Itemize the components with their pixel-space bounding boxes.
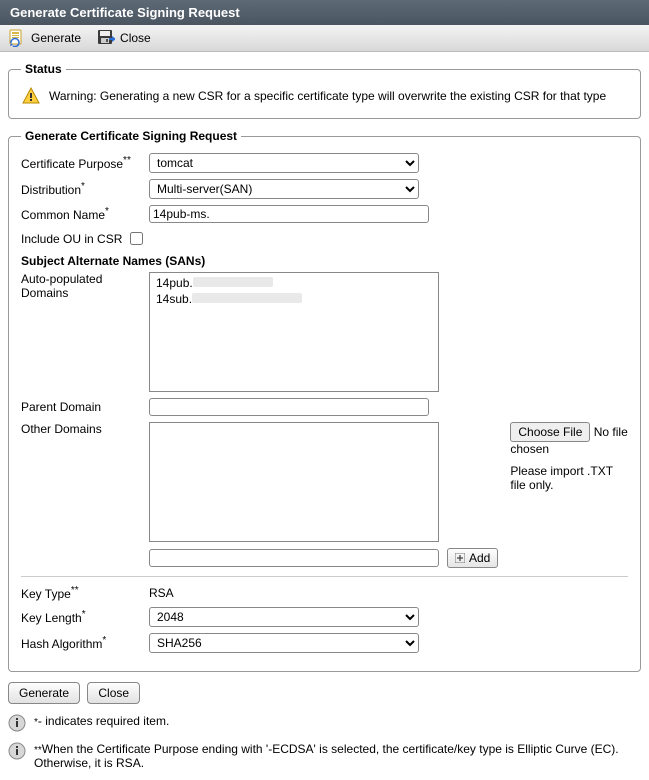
warning-icon bbox=[21, 86, 41, 106]
toolbar-generate-label: Generate bbox=[31, 31, 81, 45]
cert-purpose-select[interactable]: tomcat bbox=[149, 153, 419, 173]
distribution-select[interactable]: Multi-server(SAN) bbox=[149, 179, 419, 199]
parent-domain-input[interactable] bbox=[149, 398, 429, 416]
status-fieldset: Status Warning: Generating a new CSR for… bbox=[8, 62, 641, 119]
add-button[interactable]: Add bbox=[447, 548, 498, 568]
ecdsa-note: **When the Certificate Purpose ending wi… bbox=[34, 742, 641, 770]
include-ou-checkbox[interactable] bbox=[130, 232, 143, 245]
window-title: Generate Certificate Signing Request bbox=[0, 0, 649, 25]
cert-purpose-label: Certificate Purpose** bbox=[21, 155, 149, 171]
other-domains-box[interactable] bbox=[149, 422, 439, 542]
distribution-label: Distribution* bbox=[21, 181, 149, 197]
hash-algorithm-select[interactable]: SHA256 bbox=[149, 633, 419, 653]
list-item[interactable]: 14sub. bbox=[152, 291, 436, 307]
generate-button[interactable]: Generate bbox=[8, 682, 80, 704]
import-hint: Please import .TXT file only. bbox=[510, 464, 628, 492]
divider bbox=[21, 576, 628, 577]
choose-file-button[interactable]: Choose File bbox=[510, 422, 590, 442]
common-name-label: Common Name* bbox=[21, 206, 149, 222]
other-domains-label: Other Domains bbox=[21, 422, 149, 436]
info-icon bbox=[8, 742, 26, 760]
other-domain-input[interactable] bbox=[149, 549, 439, 567]
parent-domain-label: Parent Domain bbox=[21, 400, 149, 414]
generate-icon bbox=[8, 29, 26, 47]
list-item[interactable]: 14pub. bbox=[152, 275, 436, 291]
csr-legend: Generate Certificate Signing Request bbox=[21, 129, 241, 143]
auto-populated-label: Auto-populated Domains bbox=[21, 272, 149, 300]
hash-algorithm-label: Hash Algorithm* bbox=[21, 635, 149, 651]
sans-heading: Subject Alternate Names (SANs) bbox=[21, 254, 628, 268]
include-ou-label: Include OU in CSR bbox=[21, 232, 122, 246]
plus-icon bbox=[455, 553, 465, 563]
required-note: *- indicates required item. bbox=[34, 714, 169, 728]
toolbar-generate-button[interactable]: Generate bbox=[8, 29, 81, 47]
key-length-label: Key Length* bbox=[21, 609, 149, 625]
key-type-label: Key Type** bbox=[21, 585, 149, 601]
toolbar-close-label: Close bbox=[120, 31, 151, 45]
close-button[interactable]: Close bbox=[87, 682, 140, 704]
info-icon bbox=[8, 714, 26, 732]
status-warning-text: Warning: Generating a new CSR for a spec… bbox=[49, 89, 606, 103]
save-close-icon bbox=[97, 29, 115, 47]
key-length-select[interactable]: 2048 bbox=[149, 607, 419, 627]
status-legend: Status bbox=[21, 62, 66, 76]
toolbar-close-button[interactable]: Close bbox=[97, 29, 151, 47]
auto-populated-domains-list[interactable]: 14pub. 14sub. bbox=[149, 272, 439, 392]
toolbar: Generate Close bbox=[0, 25, 649, 52]
csr-fieldset: Generate Certificate Signing Request Cer… bbox=[8, 129, 641, 672]
common-name-input[interactable] bbox=[149, 205, 429, 223]
key-type-value: RSA bbox=[149, 586, 628, 600]
